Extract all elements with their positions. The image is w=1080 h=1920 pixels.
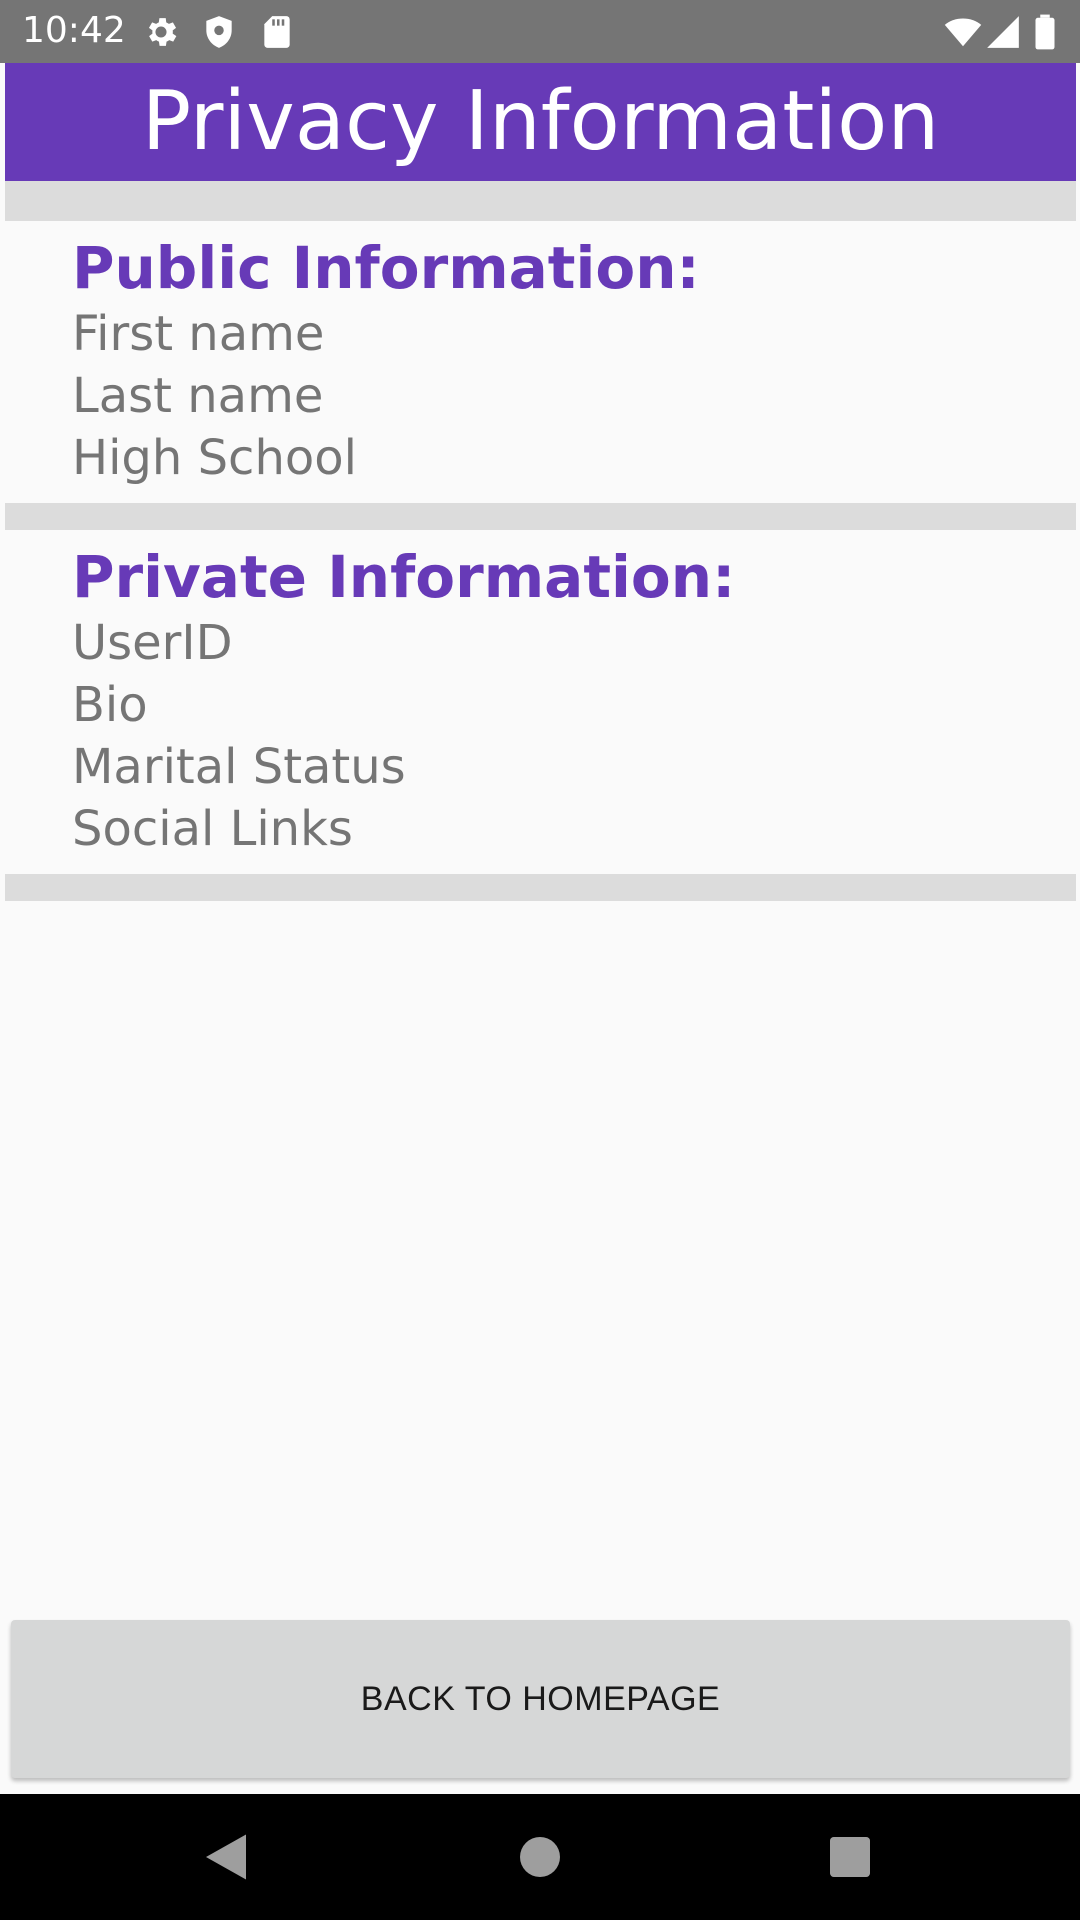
back-triangle-icon[interactable]	[196, 1827, 256, 1887]
list-item: Bio	[72, 677, 148, 733]
signal-icon	[984, 13, 1022, 51]
divider-bottom	[5, 874, 1076, 901]
battery-icon	[1030, 13, 1060, 51]
recents-square-icon[interactable]	[820, 1827, 880, 1887]
private-information-heading: Private Information:	[72, 543, 736, 611]
sd-card-icon	[258, 13, 296, 51]
back-to-homepage-label: BACK TO HOMEPAGE	[360, 1679, 721, 1718]
status-time: 10:42	[22, 10, 126, 51]
status-bar: 10:42	[0, 0, 1080, 63]
navigation-bar	[0, 1794, 1080, 1920]
page-title: Privacy Information	[141, 74, 940, 169]
back-to-homepage-button[interactable]: BACK TO HOMEPAGE	[11, 1620, 1070, 1778]
private-information-section: Private Information: UserID Bio Marital …	[72, 542, 1062, 860]
list-item: Last name	[72, 368, 324, 424]
home-circle-icon[interactable]	[510, 1827, 570, 1887]
list-item: Marital Status	[72, 739, 406, 795]
public-information-section: Public Information: First name Last name…	[72, 233, 1062, 489]
list-item: High School	[72, 430, 357, 486]
public-information-heading: Public Information:	[72, 234, 700, 302]
shield-icon	[200, 13, 238, 51]
divider-middle	[5, 503, 1076, 530]
gear-icon	[142, 13, 180, 51]
list-item: First name	[72, 306, 325, 362]
divider-top	[5, 181, 1076, 221]
title-bar: Privacy Information	[5, 63, 1076, 181]
list-item: Social Links	[72, 801, 353, 857]
list-item: UserID	[72, 615, 233, 671]
privacy-information-screen: 10:42 Privacy Information Public Informa…	[0, 0, 1080, 1920]
wifi-icon	[944, 13, 982, 51]
